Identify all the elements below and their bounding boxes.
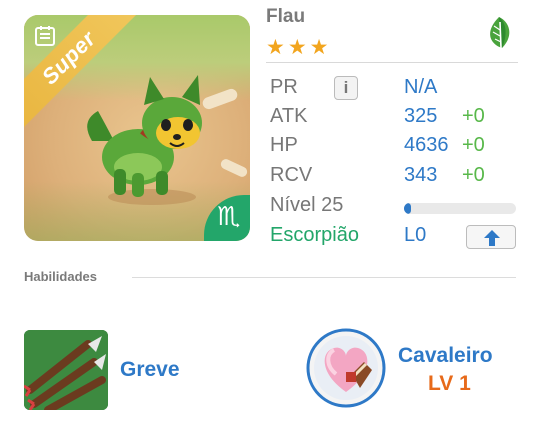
bone-decoration xyxy=(219,157,249,179)
stat-row-atk: ATK 325 +0 xyxy=(270,105,520,133)
level-progress-fill xyxy=(404,203,411,214)
stat-row-hp: HP 4636 +0 xyxy=(270,134,520,162)
rcv-value: 343 xyxy=(404,164,438,186)
hp-value: 4636 xyxy=(404,134,449,156)
stat-row-zodiac: Escorpião L0 xyxy=(270,224,520,252)
card-icon[interactable] xyxy=(34,25,56,47)
rcv-bonus: +0 xyxy=(462,164,485,186)
skill-icon[interactable] xyxy=(24,330,108,410)
pr-value: N/A xyxy=(404,76,438,98)
zodiac-level: L0 xyxy=(404,224,427,246)
pr-label: PR xyxy=(270,76,298,98)
stat-row-pr: PR i N/A xyxy=(270,76,520,104)
arrows-skill-icon xyxy=(24,330,108,410)
star-icon: ★ xyxy=(287,36,307,59)
arrow-up-icon xyxy=(484,230,500,246)
skill-name[interactable]: Greve xyxy=(120,358,180,382)
hp-bonus: +0 xyxy=(462,134,485,156)
monster-portrait[interactable]: Super ♏ xyxy=(24,15,250,241)
star-icon: ★ xyxy=(266,36,285,59)
leader-skill-name[interactable]: Cavaleiro xyxy=(398,344,493,368)
scorpio-icon: ♏ xyxy=(217,201,241,231)
star-icon: ★ xyxy=(309,36,329,59)
upgrade-button[interactable] xyxy=(466,225,516,249)
zodiac-label: Escorpião xyxy=(270,224,359,246)
level-label: Nível 25 xyxy=(270,194,344,216)
stat-row-level: Nível 25 xyxy=(270,194,520,222)
monster-name: Flau xyxy=(266,6,306,27)
skills-divider xyxy=(132,277,516,278)
leader-skill-level: LV 1 xyxy=(428,372,471,395)
stat-row-rcv: RCV 343 +0 xyxy=(270,164,520,192)
atk-label: ATK xyxy=(270,105,308,127)
leaf-icon xyxy=(481,15,517,51)
skills-section-title: Habilidades xyxy=(24,269,97,284)
leader-skill-icon[interactable] xyxy=(306,328,386,408)
header-divider xyxy=(266,62,518,63)
hp-label: HP xyxy=(270,134,298,156)
atk-bonus: +0 xyxy=(462,105,485,127)
creature-image xyxy=(87,75,202,205)
level-progress-bar xyxy=(404,203,516,214)
info-icon[interactable]: i xyxy=(334,76,358,100)
star-rating: ★ ★ ★ xyxy=(266,37,328,58)
rcv-label: RCV xyxy=(270,164,313,186)
heart-shield-icon xyxy=(306,328,386,408)
atk-value: 325 xyxy=(404,105,438,127)
